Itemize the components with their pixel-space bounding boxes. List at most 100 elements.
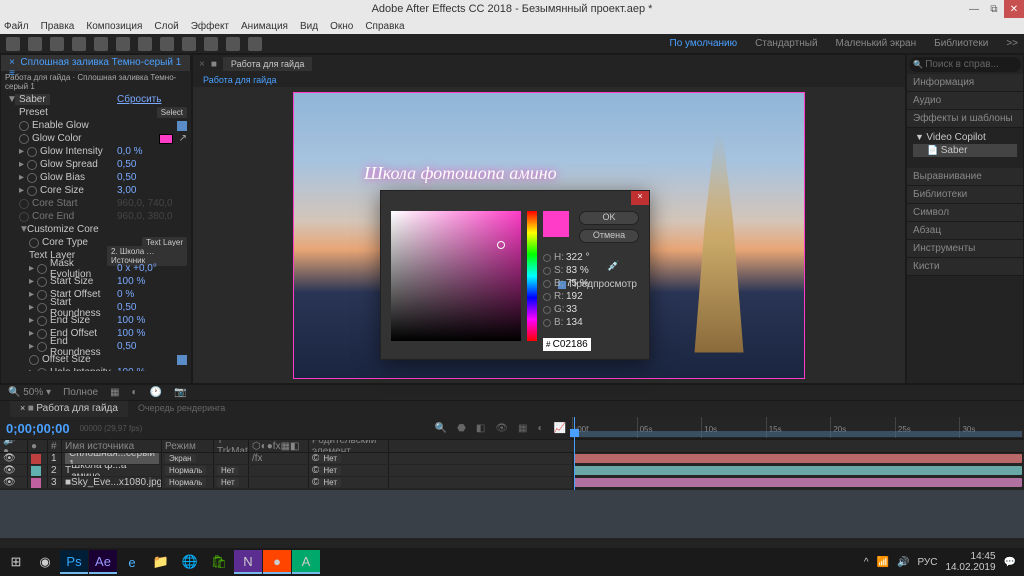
cancel-button[interactable]: Отмена: [579, 229, 639, 243]
panel-libraries[interactable]: Библиотеки: [907, 186, 1023, 204]
layer-row-1[interactable]: 👁 1 Сплошная...серый 1 Экран /fx © Нет: [0, 453, 572, 465]
resolution-dropdown[interactable]: Полное: [63, 387, 98, 398]
clock[interactable]: 14:45 14.02.2019: [945, 551, 995, 573]
radio-b[interactable]: [543, 280, 551, 288]
menu-effect[interactable]: Эффект: [191, 21, 229, 32]
panel-audio[interactable]: Аудио: [907, 92, 1023, 110]
tray-up-icon[interactable]: ^: [864, 557, 869, 568]
timeline-tracks[interactable]: :00f 05s 10s 15s 20s 25s 30s: [572, 417, 1024, 490]
layer-bar-2[interactable]: [574, 466, 1022, 475]
comp-mini-flowchart-icon[interactable]: ⬣: [457, 423, 466, 434]
frame-blend-icon[interactable]: ▦: [518, 423, 527, 434]
layer-bar-1[interactable]: [574, 454, 1022, 463]
radio-s[interactable]: [543, 267, 551, 275]
zoom-dropdown[interactable]: 🔍 50% ▾: [8, 387, 51, 398]
menu-view[interactable]: Вид: [300, 21, 318, 32]
stopwatch-icon[interactable]: [19, 121, 29, 131]
panel-effects[interactable]: Эффекты и шаблоны: [907, 110, 1023, 128]
eraser-tool-icon[interactable]: [248, 37, 262, 51]
workspace-standard[interactable]: Стандартный: [755, 38, 817, 49]
panel-brushes[interactable]: Кисти: [907, 258, 1023, 276]
menu-window[interactable]: Окно: [330, 21, 353, 32]
close-button[interactable]: ✕: [1004, 0, 1024, 18]
panel-tools[interactable]: Инструменты: [907, 240, 1023, 258]
amino-icon[interactable]: A: [292, 550, 320, 574]
clone-tool-icon[interactable]: [226, 37, 240, 51]
stopwatch-icon[interactable]: [37, 277, 47, 287]
rotate-tool-icon[interactable]: [94, 37, 108, 51]
menu-edit[interactable]: Правка: [41, 21, 75, 32]
layer-row-2[interactable]: 👁 2 T Школа ф...а амино Нормаль Нет © Не…: [0, 465, 572, 477]
steam-icon[interactable]: ◉: [31, 550, 59, 574]
menu-layer[interactable]: Слой: [154, 21, 178, 32]
shape-tool-icon[interactable]: [138, 37, 152, 51]
stopwatch-icon[interactable]: [29, 355, 39, 365]
motion-blur-icon[interactable]: ◐: [538, 423, 544, 434]
label-chip[interactable]: [31, 478, 41, 488]
store-icon[interactable]: 🛍: [205, 550, 233, 574]
panel-paragraph[interactable]: Абзац: [907, 222, 1023, 240]
eyedropper-icon[interactable]: 💉: [607, 261, 619, 273]
label-chip[interactable]: [31, 466, 41, 476]
stopwatch-icon[interactable]: [37, 342, 47, 352]
hex-input[interactable]: # C02186: [543, 338, 591, 351]
menu-file[interactable]: Файл: [4, 21, 29, 32]
stopwatch-icon[interactable]: [37, 368, 47, 372]
timeline-tab[interactable]: × ■ Работа для гайда: [10, 401, 128, 417]
panel-character[interactable]: Символ: [907, 204, 1023, 222]
workspace-small[interactable]: Маленький экран: [836, 38, 917, 49]
stopwatch-icon[interactable]: [27, 186, 37, 196]
workspace-libraries[interactable]: Библиотеки: [934, 38, 988, 49]
help-search-input[interactable]: 🔍 Поиск в справ...: [909, 57, 1021, 72]
label-chip[interactable]: [31, 454, 41, 464]
checkbox[interactable]: [177, 121, 187, 131]
stopwatch-icon[interactable]: [37, 264, 47, 274]
stopwatch-icon[interactable]: [37, 329, 47, 339]
stopwatch-icon[interactable]: [37, 303, 47, 313]
pen-tool-icon[interactable]: [160, 37, 174, 51]
explorer-icon[interactable]: 📁: [147, 550, 175, 574]
radio-bb[interactable]: [543, 319, 551, 327]
eyedropper-icon[interactable]: ↗: [179, 133, 187, 144]
workspace-more[interactable]: >>: [1006, 38, 1018, 49]
app1-icon[interactable]: N: [234, 550, 262, 574]
tray-lang[interactable]: РУС: [917, 557, 937, 568]
radio-g[interactable]: [543, 306, 551, 314]
text-tool-icon[interactable]: [182, 37, 196, 51]
layer-row-3[interactable]: 👁 3 ■ Sky_Eve...x1080.jpg Нормаль Нет © …: [0, 477, 572, 489]
zoom-tool-icon[interactable]: [72, 37, 86, 51]
minimize-button[interactable]: —: [964, 0, 984, 18]
stopwatch-icon[interactable]: [37, 290, 47, 300]
current-timecode[interactable]: 0;00;00;00: [6, 421, 70, 436]
effect-controls-tab[interactable]: × Сплошная заливка Темно-серый 1 ≡: [1, 55, 191, 71]
camera-tool-icon[interactable]: [116, 37, 130, 51]
prop-group-core[interactable]: ▼Customize Core: [1, 223, 191, 236]
playhead[interactable]: [574, 417, 575, 490]
menu-composition[interactable]: Композиция: [86, 21, 142, 32]
color-swatch[interactable]: [159, 134, 173, 144]
tray-volume-icon[interactable]: 🔊: [897, 557, 909, 568]
radio-h[interactable]: [543, 254, 551, 262]
search-icon[interactable]: 🔍: [435, 423, 447, 434]
draft-3d-icon[interactable]: ◧: [476, 423, 485, 434]
grid-icon[interactable]: ▦: [110, 387, 119, 398]
panel-info[interactable]: Информация: [907, 74, 1023, 92]
maximize-button[interactable]: ⧉: [984, 0, 1004, 18]
tree-item-saber[interactable]: 📄 Saber: [913, 144, 1017, 157]
comp-tab[interactable]: Работа для гайда: [223, 57, 312, 71]
ie-icon[interactable]: e: [118, 550, 146, 574]
tree-folder[interactable]: ▼ Video Copilot: [913, 131, 1017, 144]
radio-r[interactable]: [543, 293, 551, 301]
comp-flowchart-link[interactable]: Работа для гайда: [193, 73, 905, 87]
shy-icon[interactable]: 👁: [495, 423, 508, 434]
chrome-icon[interactable]: 🌐: [176, 550, 204, 574]
workspace-default[interactable]: По умолчанию: [670, 38, 738, 49]
photoshop-icon[interactable]: Ps: [60, 550, 88, 574]
app2-icon[interactable]: ●: [263, 550, 291, 574]
work-area-bar[interactable]: [574, 431, 1022, 437]
render-queue-tab[interactable]: Очередь рендеринга: [128, 401, 235, 417]
stopwatch-icon[interactable]: [29, 238, 39, 248]
brush-tool-icon[interactable]: [204, 37, 218, 51]
hue-slider[interactable]: [527, 211, 537, 341]
dialog-close-button[interactable]: ×: [631, 191, 649, 205]
